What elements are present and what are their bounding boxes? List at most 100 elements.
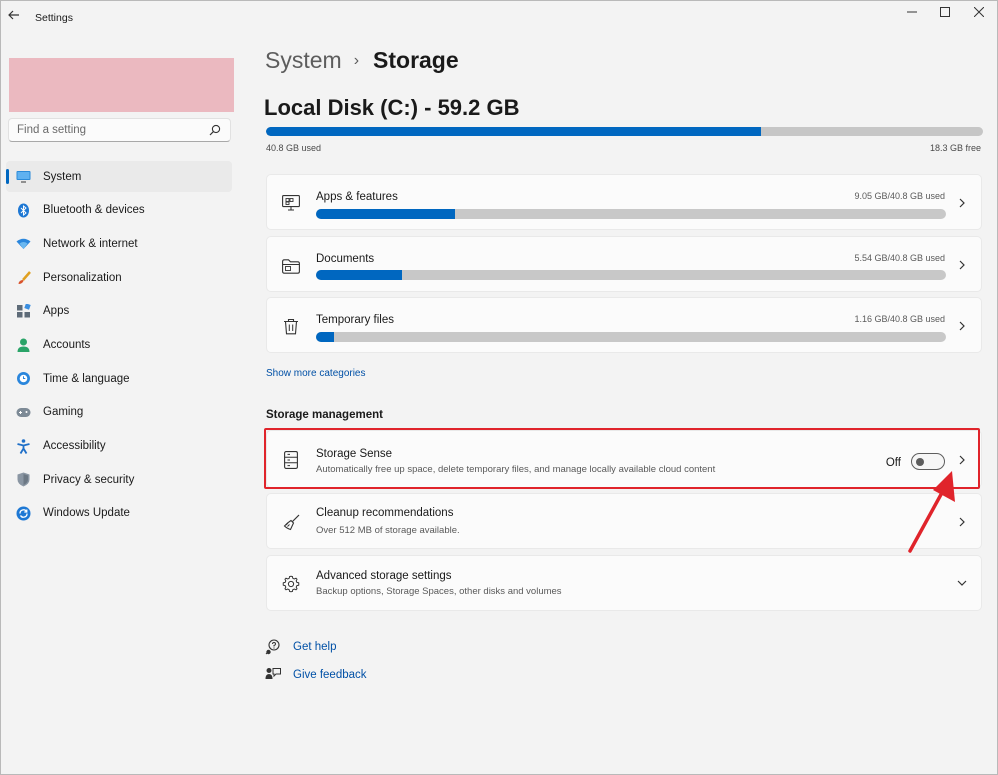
sidebar-item-privacy-security[interactable]: Privacy & security: [6, 464, 232, 495]
broom-icon: [281, 512, 301, 532]
page-title: Storage: [373, 47, 459, 73]
disk-usage-fill: [266, 127, 761, 136]
bluetooth-icon: [16, 203, 31, 218]
category-usage: 1.16 GB/40.8 GB used: [854, 314, 945, 324]
storage-sense-toggle-state: Off: [885, 457, 901, 469]
app-title: Settings: [35, 12, 73, 24]
sidebar-item-label: Gaming: [43, 406, 84, 419]
gear-icon: [281, 574, 301, 594]
advanced-storage-label: Advanced storage settings: [316, 570, 452, 582]
sidebar-nav: System Bluetooth & devices Network & int…: [6, 161, 232, 532]
active-indicator: [6, 169, 9, 184]
close-button[interactable]: [962, 1, 996, 23]
category-usage: 5.54 GB/40.8 GB used: [854, 253, 945, 263]
sidebar-item-accessibility[interactable]: Accessibility: [6, 431, 232, 462]
sidebar-item-apps[interactable]: Apps: [6, 296, 232, 327]
chevron-right-icon: [959, 321, 965, 331]
apps-icon: [16, 304, 31, 319]
category-label: Temporary files: [316, 314, 394, 326]
sidebar-item-time-language[interactable]: Time & language: [6, 363, 232, 394]
category-temporary-files[interactable]: Temporary files 1.16 GB/40.8 GB used: [266, 297, 982, 353]
storage-sense-description: Automatically free up space, delete temp…: [316, 464, 716, 475]
storage-sense-toggle[interactable]: [911, 453, 945, 470]
sidebar-item-label: Network & internet: [43, 237, 138, 250]
chevron-right-icon: [959, 517, 965, 527]
minimize-icon: [907, 11, 917, 13]
search-input[interactable]: Find a setting: [8, 118, 231, 142]
chevron-down-icon: [957, 580, 967, 586]
cleanup-label: Cleanup recommendations: [316, 507, 454, 519]
chevron-right-icon: [959, 260, 965, 270]
title-bar: Settings: [1, 1, 997, 35]
account-banner[interactable]: [9, 58, 234, 112]
wifi-icon: [16, 236, 31, 251]
give-feedback-icon: [265, 668, 281, 679]
sidebar-item-windows-update[interactable]: Windows Update: [6, 498, 232, 529]
category-label: Apps & features: [316, 191, 398, 203]
category-usage-fill: [316, 270, 402, 280]
storage-sense-label: Storage Sense: [316, 448, 393, 460]
chevron-right-icon: [959, 198, 965, 208]
storage-sense-icon: [281, 450, 301, 470]
advanced-storage-description: Backup options, Storage Spaces, other di…: [316, 586, 562, 597]
sidebar-item-label: Time & language: [43, 372, 130, 385]
category-apps-features[interactable]: Apps & features 9.05 GB/40.8 GB used: [266, 174, 982, 230]
disk-title: Local Disk (C:) - 59.2 GB: [264, 95, 520, 120]
storage-management-heading: Storage management: [266, 409, 383, 421]
sidebar-item-label: Privacy & security: [43, 473, 135, 486]
monitor-icon: [16, 169, 31, 184]
update-icon: [16, 506, 31, 521]
sidebar-item-label: Personalization: [43, 271, 122, 284]
category-usage-bar: [316, 270, 946, 280]
search-placeholder: Find a setting: [17, 124, 87, 136]
back-button[interactable]: [7, 8, 23, 26]
breadcrumb: System › Storage: [265, 47, 459, 74]
cleanup-description: Over 512 MB of storage available.: [316, 525, 460, 536]
disk-free-label: 18.3 GB free: [929, 143, 981, 153]
advanced-storage-settings-card[interactable]: Advanced storage settings Backup options…: [266, 555, 982, 611]
category-usage-fill: [316, 209, 455, 219]
brush-icon: [16, 270, 31, 285]
breadcrumb-separator: ›: [353, 51, 360, 69]
category-usage-bar: [316, 332, 946, 342]
sidebar-item-gaming[interactable]: Gaming: [6, 397, 232, 428]
maximize-button[interactable]: [928, 1, 962, 23]
sidebar-item-label: Bluetooth & devices: [43, 204, 145, 217]
minimize-button[interactable]: [895, 1, 929, 23]
settings-window: Settings Find a setting System Bluetooth…: [0, 0, 998, 775]
gamepad-icon: [16, 405, 31, 420]
sidebar-item-label: System: [43, 170, 82, 183]
folder-icon: [281, 256, 301, 276]
globe-clock-icon: [16, 371, 31, 386]
accessibility-icon: [16, 438, 31, 454]
sidebar-item-label: Accounts: [43, 338, 91, 351]
close-icon: [974, 7, 984, 17]
sidebar-item-label: Apps: [43, 305, 70, 318]
back-arrow-icon: [8, 10, 19, 20]
chevron-right-icon: [959, 455, 965, 465]
disk-usage-bar: [266, 127, 983, 136]
cleanup-recommendations-card[interactable]: Cleanup recommendations Over 512 MB of s…: [266, 493, 982, 549]
get-help-link[interactable]: Get help: [293, 641, 336, 653]
shield-icon: [16, 472, 31, 487]
category-documents[interactable]: Documents 5.54 GB/40.8 GB used: [266, 236, 982, 292]
disk-used-label: 40.8 GB used: [266, 143, 322, 153]
person-icon: [16, 337, 31, 352]
trash-icon: [281, 316, 301, 336]
category-label: Documents: [316, 253, 375, 265]
sidebar-item-bluetooth[interactable]: Bluetooth & devices: [6, 195, 232, 226]
get-help-icon: [265, 639, 280, 655]
give-feedback-link[interactable]: Give feedback: [293, 669, 367, 681]
show-more-categories-link[interactable]: Show more categories: [266, 368, 366, 379]
breadcrumb-parent[interactable]: System: [265, 47, 342, 74]
toggle-knob: [916, 457, 924, 466]
maximize-icon: [940, 7, 950, 17]
sidebar-item-network[interactable]: Network & internet: [6, 228, 232, 259]
category-usage: 9.05 GB/40.8 GB used: [854, 191, 945, 201]
storage-sense-card[interactable]: Storage Sense Automatically free up spac…: [266, 430, 982, 488]
sidebar-item-accounts[interactable]: Accounts: [6, 329, 232, 360]
sidebar-item-personalization[interactable]: Personalization: [6, 262, 232, 293]
category-usage-fill: [316, 332, 334, 342]
apps-features-icon: [281, 193, 301, 213]
sidebar-item-system[interactable]: System: [6, 161, 232, 192]
